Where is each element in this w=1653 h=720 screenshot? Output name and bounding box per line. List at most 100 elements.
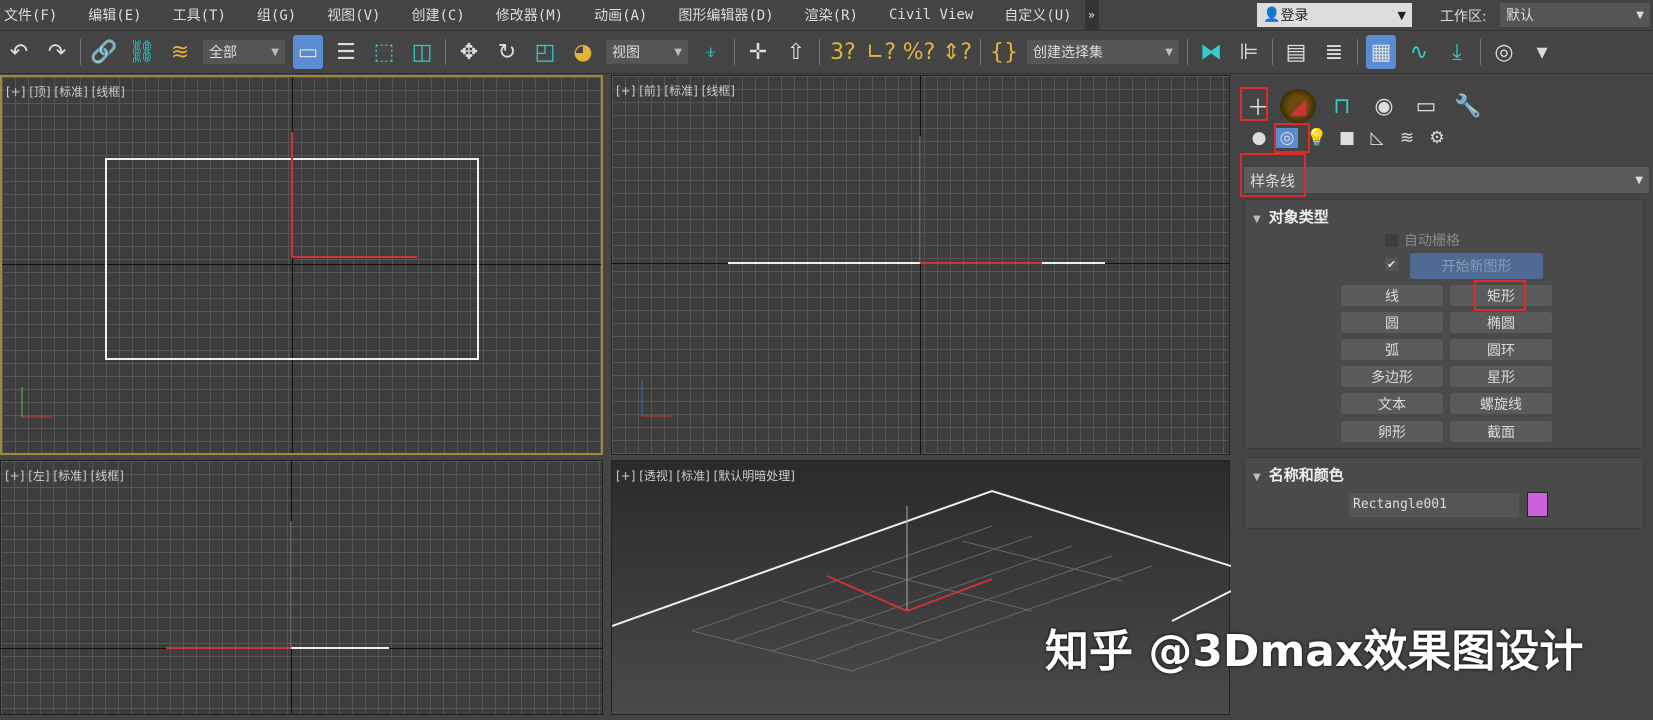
circle-button[interactable]: 圆 xyxy=(1341,312,1443,333)
select-by-name-icon[interactable]: ☰ xyxy=(331,35,361,69)
checkbox[interactable] xyxy=(1385,233,1398,247)
chevron-down-icon: ▼ xyxy=(1635,174,1643,186)
display-tab-icon[interactable]: ▭ xyxy=(1408,89,1444,123)
edit-named-selection-icon[interactable]: {} xyxy=(989,35,1019,69)
angle-snap-icon[interactable]: ∟? xyxy=(866,35,896,69)
unlink-icon[interactable]: ⛓ xyxy=(127,35,157,69)
redo-icon[interactable]: ↷ xyxy=(42,35,72,69)
helix-button[interactable]: 螺旋线 xyxy=(1450,393,1552,414)
rotate-icon[interactable]: ↻ xyxy=(492,35,522,69)
name-color-rollout: ▼ 名称和颜色 Rectangle001 xyxy=(1244,457,1644,529)
layer-explorer-icon[interactable]: ≣ xyxy=(1319,35,1349,69)
menu-views[interactable]: 视图(V) xyxy=(323,5,407,25)
mirror-icon[interactable]: ⧓ xyxy=(1196,35,1226,69)
viewport-left[interactable]: [+] [左] [标准] [线框] xyxy=(0,460,603,715)
collapse-icon: ▼ xyxy=(1253,472,1261,483)
divider xyxy=(445,39,446,65)
percent-snap-icon[interactable]: %? xyxy=(903,35,936,69)
star-button[interactable]: 星形 xyxy=(1450,366,1552,387)
divider xyxy=(80,39,81,65)
helpers-icon[interactable]: ◺ xyxy=(1366,128,1388,148)
main-toolbar: ↶ ↷ 🔗 ⛓ ≋ 全部 ▼ ▭ ☰ ⬚ ◫ ✥ ↻ ◰ ◕ 视图 ▼ ⍖ ✛ ⇧ … xyxy=(0,30,1653,74)
highlight-box xyxy=(1274,123,1310,153)
menu-file[interactable]: 文件(F) xyxy=(0,5,84,25)
viewport-label[interactable]: [+] [前] [标准] [线框] xyxy=(616,82,735,99)
highlight-box xyxy=(1240,87,1268,121)
move-icon[interactable]: ✥ xyxy=(454,35,484,69)
menu-animation[interactable]: 动画(A) xyxy=(590,5,674,25)
material-editor-icon[interactable]: ◎ xyxy=(1489,35,1519,69)
toggle-ribbon-icon[interactable]: ▦ xyxy=(1366,35,1396,69)
menu-civil-view[interactable]: Civil View xyxy=(885,7,1000,23)
bind-space-warp-icon[interactable]: ≋ xyxy=(165,35,195,69)
rollout-header[interactable]: ▼ 对象类型 xyxy=(1253,206,1329,227)
object-color-swatch[interactable] xyxy=(1527,492,1548,517)
menu-create[interactable]: 创建(C) xyxy=(407,5,491,25)
snaps-toggle-icon[interactable]: 3? xyxy=(828,35,858,69)
menu-rendering[interactable]: 渲染(R) xyxy=(801,5,885,25)
scale-icon[interactable]: ◰ xyxy=(530,35,560,69)
pivot-center-icon[interactable]: ⍖ xyxy=(696,35,726,69)
rollout-header[interactable]: ▼ 名称和颜色 xyxy=(1253,464,1344,485)
schematic-view-icon[interactable]: ⤓ xyxy=(1442,35,1472,69)
start-new-shape-checkbox[interactable]: ✔ xyxy=(1385,258,1398,271)
menu-modifiers[interactable]: 修改器(M) xyxy=(492,5,590,25)
utilities-tab-icon[interactable]: 🔧 xyxy=(1450,89,1486,123)
section-button[interactable]: 截面 xyxy=(1450,421,1552,442)
viewport-top[interactable]: [+] [顶] [标准] [线框] xyxy=(0,75,603,455)
spinner-snap-icon[interactable]: ⇕? xyxy=(942,35,972,69)
watermark: 知乎 @3Dmax效果图设计 xyxy=(1045,626,1584,677)
curve-editor-icon[interactable]: ∿ xyxy=(1404,35,1434,69)
chevron-down-icon: ▼ xyxy=(1397,8,1406,22)
viewport-label[interactable]: [+] [透视] [标准] [默认明暗处理] xyxy=(616,467,795,484)
chevron-down-icon: ▼ xyxy=(1165,46,1173,58)
link-icon[interactable]: 🔗 xyxy=(89,35,119,69)
divider xyxy=(980,39,981,65)
donut-button[interactable]: 圆环 xyxy=(1450,339,1552,360)
workspace-label: 工作区: xyxy=(1440,9,1487,25)
hierarchy-tab-icon[interactable]: ⊓ xyxy=(1324,89,1360,123)
arc-button[interactable]: 弧 xyxy=(1341,339,1443,360)
align-icon[interactable]: ⊫ xyxy=(1234,35,1264,69)
select-manipulate-icon[interactable]: ✛ xyxy=(743,35,773,69)
start-new-shape-button[interactable]: 开始新图形 xyxy=(1410,253,1543,279)
menu-graph-editors[interactable]: 图形编辑器(D) xyxy=(674,5,800,25)
line-button[interactable]: 线 xyxy=(1341,285,1443,306)
gizmo xyxy=(641,136,1105,417)
space-warps-icon[interactable]: ≋ xyxy=(1396,128,1418,148)
menu-edit[interactable]: 编辑(E) xyxy=(84,5,168,25)
menu-overflow-icon[interactable]: » xyxy=(1084,0,1099,30)
menu-group[interactable]: 组(G) xyxy=(253,5,323,25)
keyboard-shortcut-toggle-icon[interactable]: ⇧ xyxy=(781,35,811,69)
viewport-front[interactable]: [+] [前] [标准] [线框] xyxy=(611,75,1230,455)
selection-filter-dropdown[interactable]: 全部 ▼ xyxy=(203,40,285,64)
toolbar-overflow-icon[interactable]: ▾ xyxy=(1527,35,1557,69)
window-crossing-icon[interactable]: ◫ xyxy=(407,35,437,69)
geometry-icon[interactable]: ● xyxy=(1248,128,1270,148)
workspace-dropdown[interactable]: 默认 ▼ xyxy=(1500,3,1650,27)
motion-tab-icon[interactable]: ◉ xyxy=(1366,89,1402,123)
undo-icon[interactable]: ↶ xyxy=(4,35,34,69)
login-dropdown[interactable]: 👤 登录 ▼ xyxy=(1257,3,1412,27)
scene-explorer-icon[interactable]: ▤ xyxy=(1281,35,1311,69)
lights-icon[interactable]: 💡 xyxy=(1306,128,1328,148)
viewport-label[interactable]: [+] [左] [标准] [线框] xyxy=(5,467,124,484)
systems-icon[interactable]: ⚙ xyxy=(1426,128,1448,148)
egg-button[interactable]: 卵形 xyxy=(1341,421,1443,442)
autogrid-checkbox[interactable]: 自动栅格 xyxy=(1385,230,1460,250)
viewport-label[interactable]: [+] [顶] [标准] [线框] xyxy=(6,83,125,100)
object-name-input[interactable]: Rectangle001 xyxy=(1349,493,1519,517)
placement-icon[interactable]: ◕ xyxy=(568,35,598,69)
cameras-icon[interactable]: ■ xyxy=(1336,128,1358,148)
menu-tools[interactable]: 工具(T) xyxy=(169,5,253,25)
select-object-icon[interactable]: ▭ xyxy=(293,35,323,69)
divider xyxy=(1187,39,1188,65)
ellipse-button[interactable]: 椭圆 xyxy=(1450,312,1552,333)
rect-selection-icon[interactable]: ⬚ xyxy=(369,35,399,69)
named-selection-set-dropdown[interactable]: 创建选择集 ▼ xyxy=(1027,40,1179,64)
modify-tab-icon[interactable]: ◢ xyxy=(1280,89,1316,123)
divider xyxy=(734,39,735,65)
text-button[interactable]: 文本 xyxy=(1341,393,1443,414)
ngon-button[interactable]: 多边形 xyxy=(1341,366,1443,387)
reference-coordinate-dropdown[interactable]: 视图 ▼ xyxy=(606,40,688,64)
